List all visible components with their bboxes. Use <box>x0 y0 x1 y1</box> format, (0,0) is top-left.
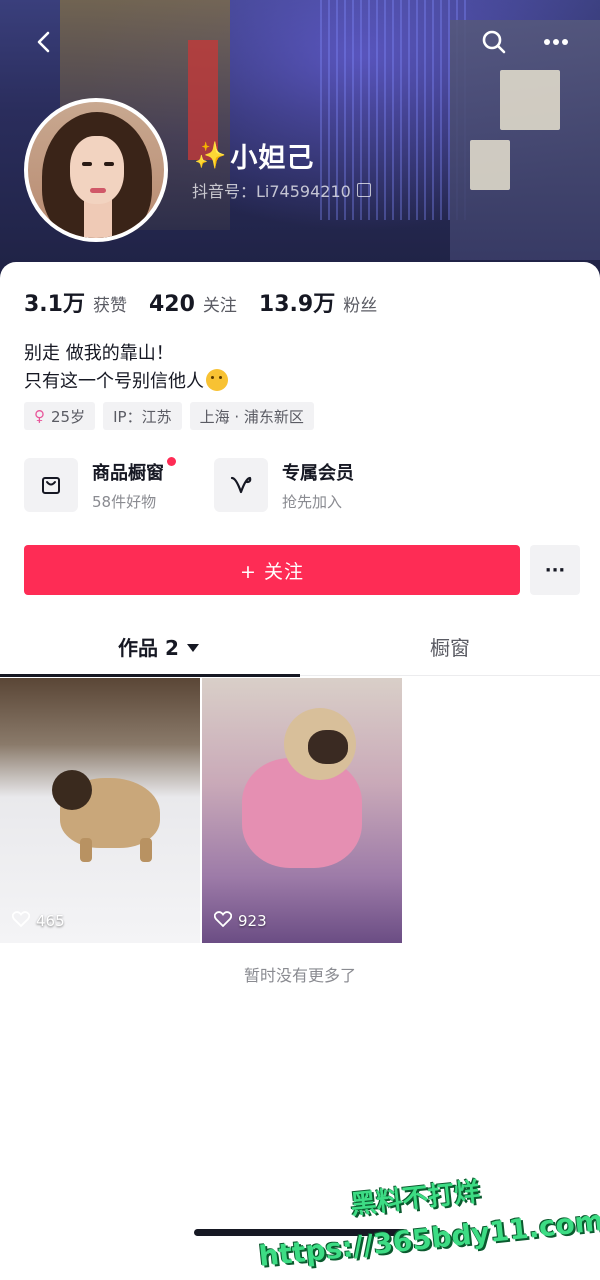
like-count: 923 <box>238 912 267 930</box>
username: 小妲己 <box>230 143 315 174</box>
more-actions-button[interactable]: ··· <box>530 545 580 595</box>
age-tag: ♀ 25岁 <box>24 402 96 430</box>
follow-button[interactable]: + 关注 <box>24 545 520 595</box>
back-icon[interactable] <box>26 24 62 60</box>
video-like-count: 923 <box>213 911 267 931</box>
stat-following[interactable]: 420 关注 <box>149 291 237 317</box>
search-icon[interactable] <box>476 24 512 60</box>
video-like-count: 465 <box>11 911 65 931</box>
shopping-bag-icon <box>24 458 78 512</box>
location-tag[interactable]: 上海 · 浦东新区 <box>189 402 314 430</box>
content-tabs: 作品 2 橱窗 <box>0 624 600 677</box>
stat-label: 获赞 <box>92 296 127 316</box>
shop-window-title-text: 商品橱窗 <box>92 462 164 484</box>
location-text: 上海 · 浦东新区 <box>199 407 304 426</box>
like-count: 465 <box>36 912 65 930</box>
caret-down-icon <box>186 644 199 652</box>
heart-icon <box>213 911 233 931</box>
shop-window-title: 商品橱窗 <box>92 456 176 485</box>
dog-image-leg <box>140 838 152 862</box>
avatar[interactable] <box>24 98 168 242</box>
stat-label: 关注 <box>202 296 237 316</box>
tab-works[interactable]: 作品 2 <box>118 632 199 661</box>
stat-value: 13.9万 <box>258 292 336 317</box>
membership-v-icon <box>214 458 268 512</box>
tab-shop-window[interactable]: 橱窗 <box>430 632 470 661</box>
membership-title: 专属会员 <box>282 462 354 484</box>
bio-line-2: 只有这一个号别信他人 <box>24 368 228 396</box>
age-text: 25岁 <box>51 407 86 426</box>
female-icon: ♀ <box>34 407 45 425</box>
douyin-id[interactable]: 抖音号：Li74594210 <box>192 178 371 202</box>
tab-indicator <box>0 674 300 677</box>
cover-background-sign-right-2 <box>470 140 510 190</box>
sparkle-icon: ✨ <box>194 140 227 171</box>
bio-line-text: 只有这一个号别信他人 <box>24 371 204 392</box>
more-options-icon[interactable] <box>538 24 574 60</box>
douyin-id-text: 抖音号：Li74594210 <box>192 182 351 201</box>
membership-entry[interactable]: 专属会员 抢先加入 <box>214 458 404 512</box>
dog-image-leg <box>80 838 92 862</box>
profile-cover: ✨ 小妲己 抖音号：Li74594210 <box>0 0 600 280</box>
video-grid: 465 923 <box>0 678 402 943</box>
ip-text: IP：江苏 <box>113 407 172 426</box>
shop-window-entry[interactable]: 商品橱窗 58件好物 <box>24 456 214 512</box>
profile-tags: ♀ 25岁 IP：江苏 上海 · 浦东新区 <box>24 402 322 430</box>
tab-works-label: 作品 2 <box>118 636 179 660</box>
notification-dot <box>167 456 176 466</box>
shop-window-subtitle: 58件好物 <box>92 492 157 511</box>
stat-value: 3.1万 <box>24 292 85 317</box>
copy-icon[interactable] <box>356 183 371 197</box>
username-row: ✨ 小妲己 <box>194 136 314 175</box>
stat-value: 420 <box>148 292 195 317</box>
dog-image-head <box>52 770 92 810</box>
stat-label: 粉丝 <box>343 296 378 316</box>
membership-subtitle: 抢先加入 <box>282 492 343 511</box>
cover-background-sign-right <box>500 70 560 130</box>
feature-row: 商品橱窗 58件好物 专属会员 抢先加入 <box>24 456 404 512</box>
video-thumbnail[interactable]: 465 <box>0 678 200 943</box>
stats-row: 3.1万 获赞 420 关注 13.9万 粉丝 <box>24 286 399 318</box>
bio: 别走 做我的靠山！ 只有这一个号别信他人 <box>24 340 228 396</box>
bio-line: 别走 做我的靠山！ <box>24 343 174 364</box>
no-more-text: 暂时没有更多了 <box>243 966 356 985</box>
profile-sheet: 3.1万 获赞 420 关注 13.9万 粉丝 别走 做我的靠山！ 只有这一个号… <box>0 262 600 1280</box>
dog-image-face <box>308 730 348 764</box>
video-thumbnail[interactable]: 923 <box>202 678 402 943</box>
thinking-emoji-icon <box>206 369 228 391</box>
stat-followers[interactable]: 13.9万 粉丝 <box>259 286 377 318</box>
heart-icon <box>11 911 31 931</box>
ip-tag: IP：江苏 <box>103 402 182 430</box>
stat-likes[interactable]: 3.1万 获赞 <box>24 286 127 318</box>
